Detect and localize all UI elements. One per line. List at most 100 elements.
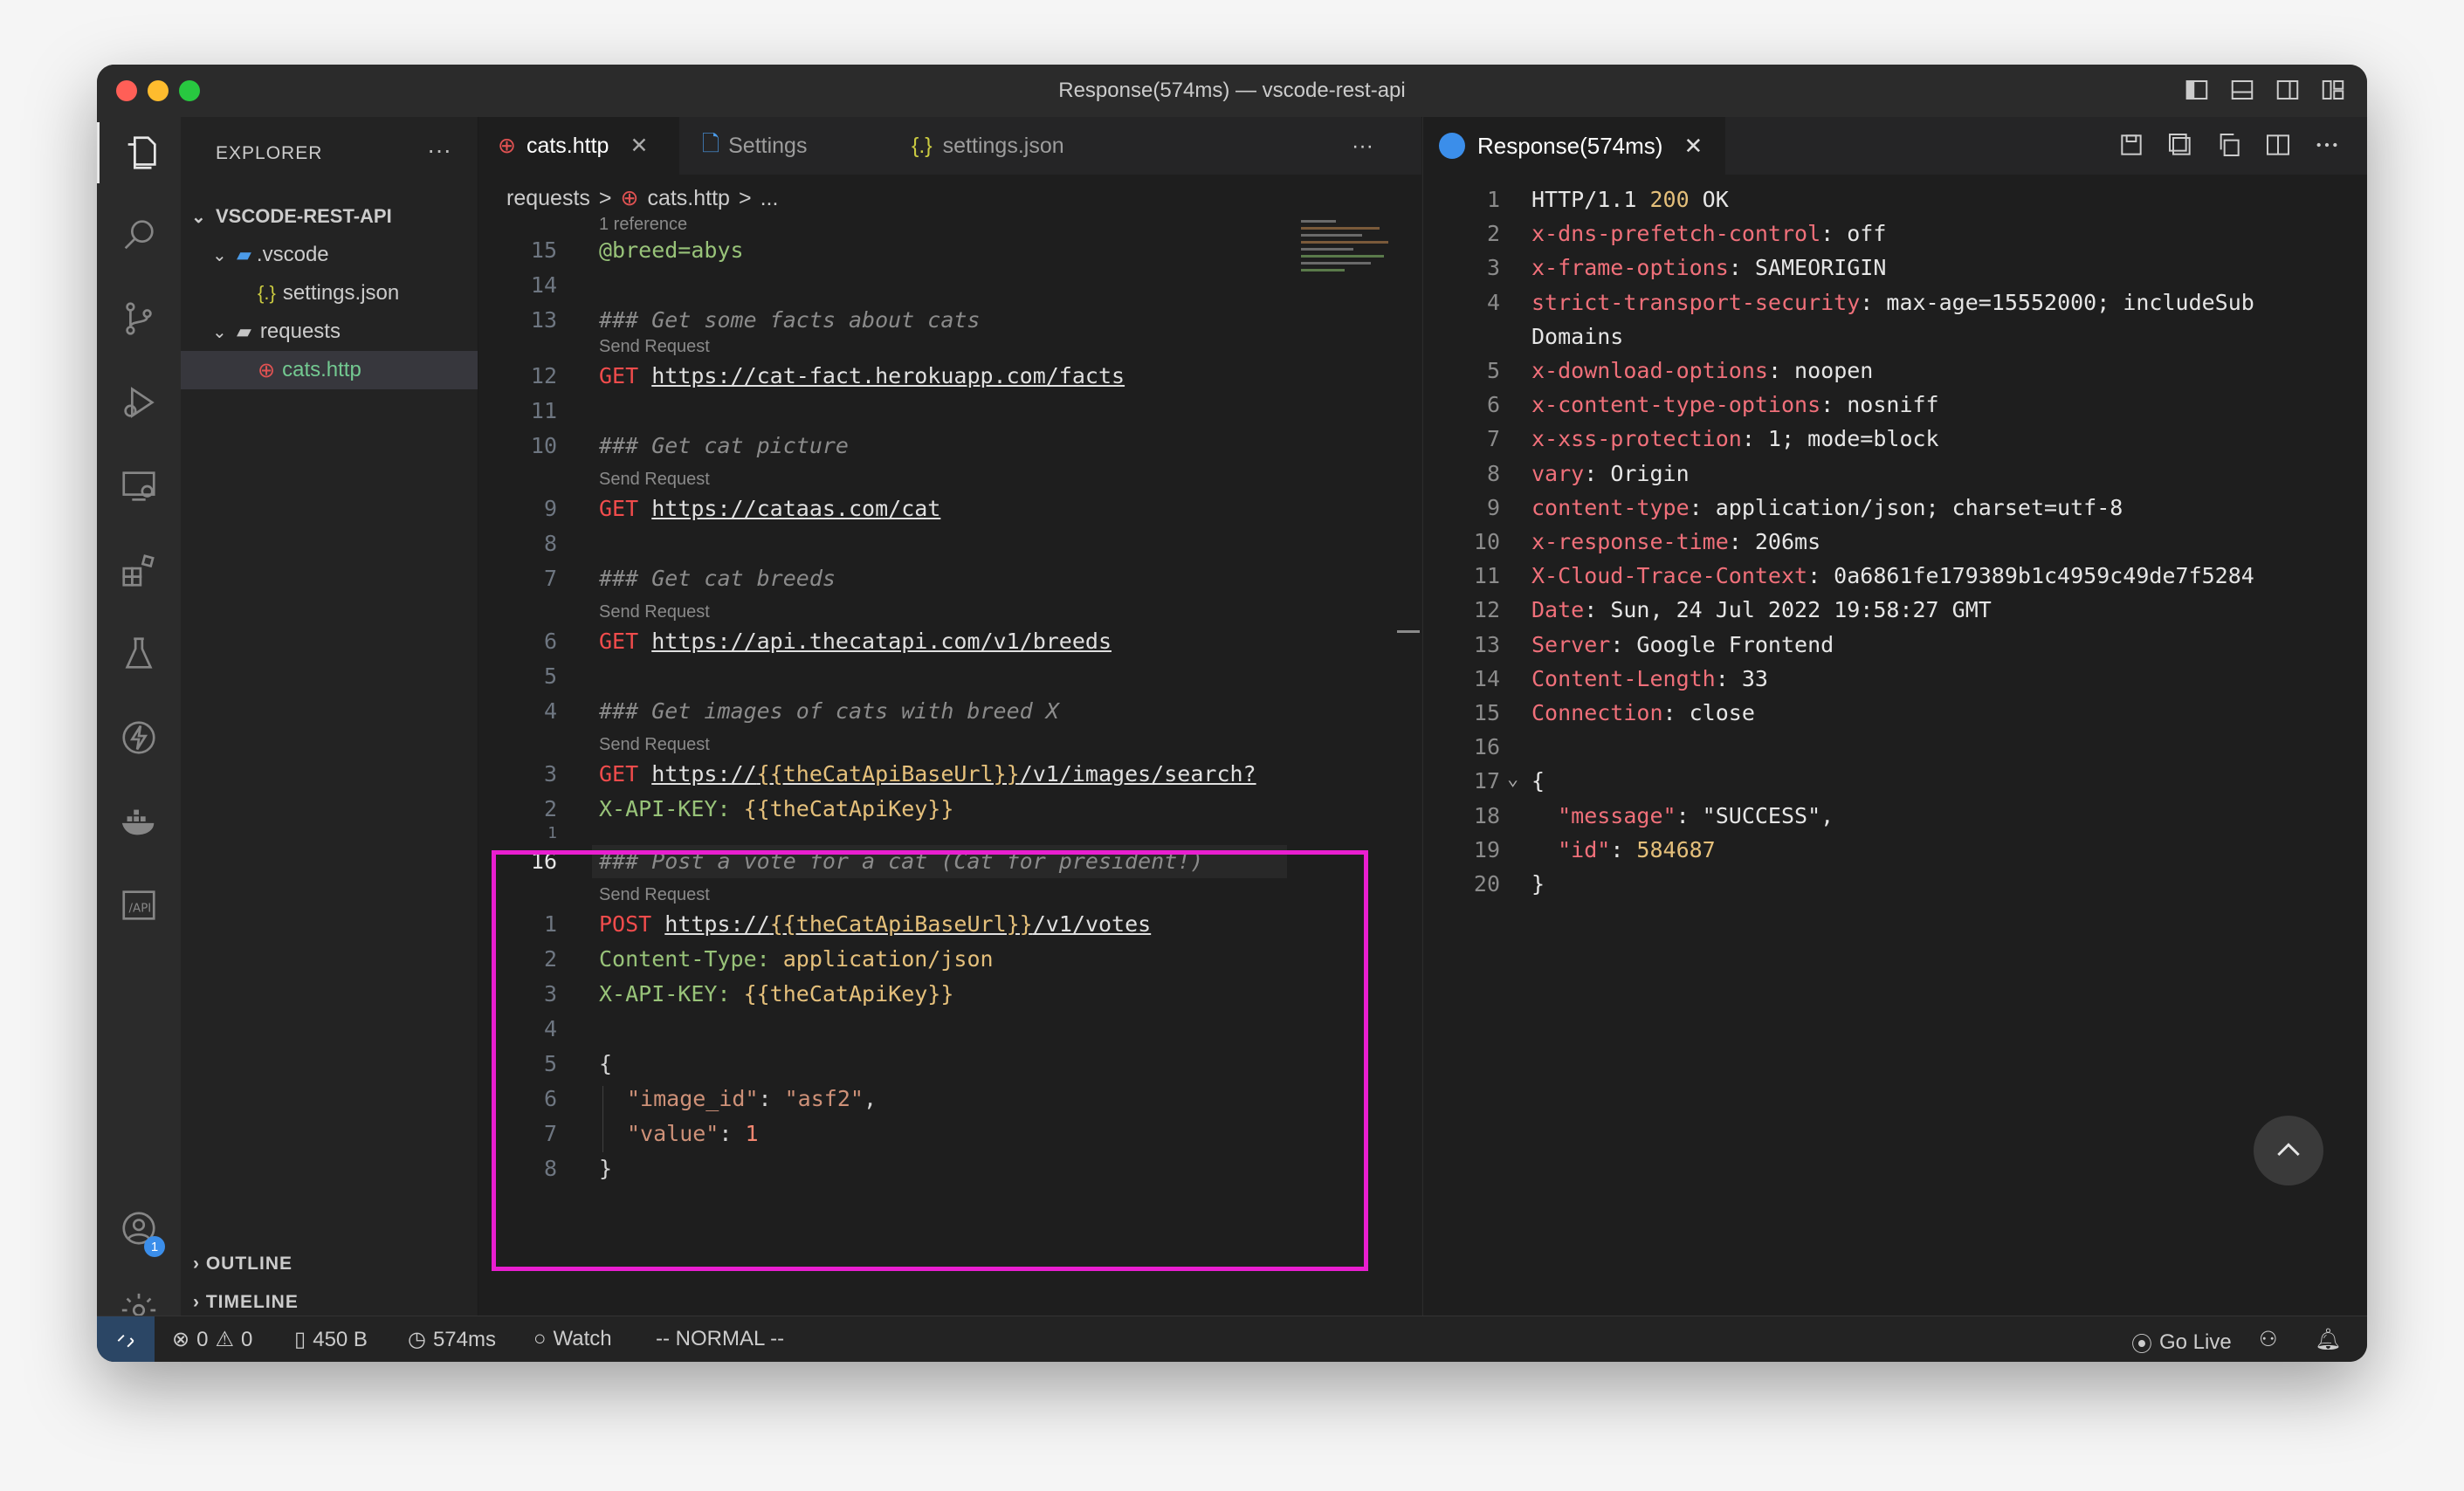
tab-cats-http[interactable]: ⊕ cats.http ✕ xyxy=(478,117,679,175)
line-number: 5 xyxy=(1486,358,1500,383)
tree-label: .vscode xyxy=(256,243,329,266)
scrollbar-marker[interactable] xyxy=(1397,630,1420,633)
project-root[interactable]: ⌄ VSCODE-REST-API xyxy=(181,197,478,236)
folder-vscode-icon: ▰ xyxy=(237,244,251,265)
response-line: "message": "SUCCESS", xyxy=(1531,802,1834,828)
thunder-client-icon[interactable] xyxy=(97,707,181,768)
tab-label: cats.http xyxy=(526,133,609,158)
toggle-secondary-sidebar-icon[interactable] xyxy=(2275,77,2301,103)
toggle-primary-sidebar-icon[interactable] xyxy=(2184,77,2210,103)
code-line: GET https://api.thecatapi.com/v1/breeds xyxy=(599,629,1112,654)
extensions-icon[interactable] xyxy=(97,539,181,601)
breadcrumb: requests > ⊕ cats.http > ... xyxy=(506,185,778,211)
response-time[interactable]: ◷ 574ms xyxy=(408,1327,496,1352)
tab-response[interactable]: Response(574ms) ✕ xyxy=(1423,117,1725,175)
response-size[interactable]: ▯ 450 B xyxy=(294,1327,368,1352)
circle-icon: ○ xyxy=(533,1327,547,1350)
tab-label: settings.json xyxy=(942,133,1064,158)
outline-section[interactable]: › OUTLINE xyxy=(193,1254,293,1275)
save-response-icon[interactable] xyxy=(2117,131,2145,159)
tree-folder-requests[interactable]: ⌄ ▰ requests xyxy=(181,313,478,351)
docker-icon[interactable] xyxy=(97,791,181,852)
line-number: 4 xyxy=(543,698,557,724)
tab-settings-json[interactable]: {.} settings.json xyxy=(898,117,1142,175)
watch-toggle[interactable]: ○ Watch xyxy=(533,1327,612,1351)
window-title: Response(574ms) — vscode-rest-api xyxy=(1058,79,1406,102)
send-request-link[interactable]: Send Request xyxy=(599,602,710,622)
line-number: 12 xyxy=(530,363,557,388)
accounts-icon[interactable]: 1 xyxy=(97,1198,181,1259)
request-url[interactable]: https://api.thecatapi.com/v1/breeds xyxy=(651,629,1112,654)
line-number: 10 xyxy=(1473,529,1500,554)
line-number: 9 xyxy=(1486,494,1500,520)
breadcrumb-item[interactable]: requests xyxy=(506,186,590,211)
tab-settings[interactable]: 🗋 Settings xyxy=(688,117,880,175)
remote-indicator[interactable] xyxy=(97,1316,155,1362)
editor-more-button[interactable]: ··· xyxy=(1352,117,1373,175)
send-request-link[interactable]: Send Request xyxy=(599,470,710,490)
code-line: GET https://cat-fact.herokuapp.com/facts xyxy=(599,363,1125,388)
line-number: 20 xyxy=(1473,871,1500,897)
line-number: 7 xyxy=(1486,426,1500,452)
save-body-icon[interactable] xyxy=(2166,131,2194,159)
send-request-link[interactable]: Send Request xyxy=(599,337,710,357)
request-url[interactable]: https://cataas.com/cat xyxy=(651,496,940,521)
folder-icon: ▰ xyxy=(237,320,251,342)
search-icon[interactable] xyxy=(97,204,181,265)
line-number: 3 xyxy=(543,761,557,787)
notifications-bell-icon[interactable]: 🔔︎ xyxy=(2315,1327,2341,1352)
close-tab-icon[interactable]: ✕ xyxy=(1683,133,1703,160)
split-editor-icon[interactable] xyxy=(2264,131,2292,159)
send-request-link[interactable]: Send Request xyxy=(599,735,710,755)
line-number: 19 xyxy=(1473,836,1500,862)
customize-layout-icon[interactable] xyxy=(2320,77,2346,103)
response-line: Connection: close xyxy=(1531,700,1755,725)
line-number: 10 xyxy=(530,433,557,458)
tree-file-settings-json[interactable]: {.} settings.json xyxy=(181,274,478,313)
line-number: 14 xyxy=(1473,665,1500,691)
activity-bar: /API 1 xyxy=(97,117,183,1328)
line-number: 6 xyxy=(1486,392,1500,418)
line-number: 4 xyxy=(1486,289,1500,315)
response-line: HTTP/1.1 200 OK xyxy=(1531,187,1729,212)
more-actions-icon[interactable] xyxy=(2313,131,2341,159)
testing-icon[interactable] xyxy=(97,623,181,684)
fold-chevron-icon[interactable]: ⌄ xyxy=(1507,768,1518,790)
remote-explorer-icon[interactable] xyxy=(97,456,181,517)
watch-label: Watch xyxy=(553,1327,612,1350)
http-method: GET xyxy=(599,496,639,521)
status-bar: ⊗ 0 ⚠ 0 ▯ 450 B ◷ 574ms ○ Watch -- NORMAL -- … xyxy=(97,1316,2367,1362)
source-control-icon[interactable] xyxy=(97,288,181,349)
codelens-reference[interactable]: 1 reference xyxy=(599,215,687,235)
minimap[interactable] xyxy=(1301,216,1397,295)
request-url[interactable]: https://cat-fact.herokuapp.com/facts xyxy=(651,363,1125,388)
tab-label: Response(574ms) xyxy=(1477,132,1663,159)
api-icon[interactable]: /API xyxy=(97,875,181,936)
response-line: x-xss-protection: 1; mode=block xyxy=(1531,426,1939,452)
scroll-to-top-button[interactable] xyxy=(2254,1116,2323,1185)
timeline-section[interactable]: › TIMELINE xyxy=(193,1292,299,1313)
history-icon: ◷ xyxy=(408,1328,426,1351)
toggle-panel-icon[interactable] xyxy=(2229,77,2255,103)
go-live-button[interactable]: ⦿ Go Live xyxy=(2131,1327,2232,1357)
breadcrumb-item[interactable]: ... xyxy=(761,186,779,211)
run-debug-icon[interactable] xyxy=(97,372,181,433)
line-number: 11 xyxy=(1473,563,1500,589)
http-method: GET xyxy=(599,629,639,654)
tree-label: cats.http xyxy=(282,358,361,381)
close-tab-icon[interactable]: ✕ xyxy=(630,133,648,159)
tree-file-cats-http[interactable]: ⊕ cats.http xyxy=(181,351,478,389)
response-line: } xyxy=(1531,871,1545,897)
explorer-icon[interactable] xyxy=(97,122,183,183)
breadcrumb-item[interactable]: cats.http xyxy=(647,186,730,211)
explorer-more-button[interactable]: ··· xyxy=(427,136,451,164)
tree-folder-vscode[interactable]: ⌄ ▰ .vscode xyxy=(181,236,478,274)
request-url[interactable]: https://{{theCatApiBaseUrl}}/v1/images/s… xyxy=(651,761,1256,787)
line-number: 16 xyxy=(1473,734,1500,760)
copy-icon[interactable] xyxy=(2215,131,2243,159)
problems-indicator[interactable]: ⊗ 0 ⚠ 0 xyxy=(172,1327,252,1352)
http-method: GET xyxy=(599,761,639,787)
explorer-header: EXPLORER xyxy=(216,143,323,163)
line-number: 2 xyxy=(1486,221,1500,247)
feedback-icon[interactable]: ⚇ xyxy=(2259,1327,2278,1352)
